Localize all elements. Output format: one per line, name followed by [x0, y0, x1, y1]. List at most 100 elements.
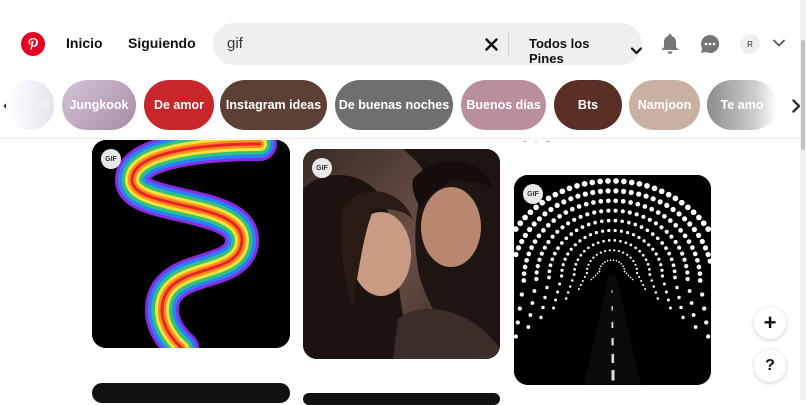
chip-love[interactable]: Love: [6, 80, 54, 130]
tunnel-light: [592, 210, 597, 215]
tunnel-light: [613, 228, 617, 233]
tunnel-light: [596, 272, 599, 275]
tunnel-light: [623, 270, 626, 273]
tunnel-light: [613, 239, 617, 242]
tunnel-light: [636, 181, 643, 187]
bell-icon[interactable]: [659, 32, 681, 56]
tunnel-light: [664, 246, 668, 250]
tunnel-light: [673, 222, 679, 228]
gif-badge: GIF: [523, 184, 543, 204]
search-divider: [508, 31, 509, 57]
chip-de-amor[interactable]: De amor: [144, 80, 214, 130]
tunnel-light: [569, 232, 574, 236]
tunnel-light: [631, 233, 636, 237]
tunnel-light: [613, 249, 616, 252]
tunnel-light: [625, 272, 628, 275]
pinterest-logo-icon[interactable]: [21, 32, 45, 56]
tunnel-light: [605, 198, 611, 204]
tunnel-light: [561, 263, 565, 267]
tunnel-light: [705, 251, 711, 258]
tunnel-light: [602, 239, 605, 243]
nav-following[interactable]: Siguiendo: [128, 35, 196, 51]
tunnel-light: [606, 218, 611, 223]
tunnel-light: [641, 253, 645, 257]
tunnel-light: [581, 279, 584, 283]
tunnel-light: [596, 241, 600, 245]
tunnel-light: [685, 277, 690, 281]
avatar[interactable]: R: [740, 34, 760, 54]
tunnel-light: [628, 200, 633, 205]
tunnel-light: [552, 251, 557, 256]
road-marking: [611, 290, 613, 293]
pin-card[interactable]: GIF: [514, 175, 711, 385]
tunnel-light: [547, 269, 552, 274]
tunnel-light: [642, 283, 645, 287]
tunnel-light: [564, 236, 569, 241]
pin-card-partial[interactable]: [92, 383, 290, 403]
chip-bts[interactable]: Bts: [554, 80, 622, 130]
search-bar[interactable]: gif Todos los Pines: [213, 23, 642, 66]
help-button[interactable]: ?: [754, 350, 786, 382]
nav-home[interactable]: Inicio: [66, 35, 103, 51]
tunnel-light: [546, 239, 551, 245]
tunnel-light: [554, 298, 558, 302]
tunnel-light: [560, 225, 565, 230]
pin-card[interactable]: GIF: [92, 140, 290, 348]
tunnel-light: [618, 261, 621, 263]
tunnel-light: [545, 222, 551, 228]
road-marking: [611, 354, 615, 363]
tunnel-light: [669, 234, 674, 239]
chip-buenos-dias[interactable]: Buenos días: [461, 80, 546, 130]
tunnel-light: [594, 231, 598, 235]
tunnel-light: [654, 291, 658, 294]
tunnel-light: [599, 219, 604, 224]
tunnel-light: [682, 257, 687, 262]
tunnel-light: [627, 220, 631, 225]
pin-card[interactable]: GIF: [303, 149, 500, 359]
tunnel-light: [636, 271, 639, 275]
tunnel-light: [619, 239, 622, 243]
chevron-down-icon[interactable]: [772, 38, 786, 48]
chip-de-buenas-noches[interactable]: De buenas noches: [335, 80, 453, 130]
tunnel-light: [692, 251, 698, 257]
tunnel-light: [636, 191, 642, 197]
tunnel-light: [531, 221, 537, 227]
tunnel-light: [606, 259, 609, 262]
chip-instagram-ideas[interactable]: Instagram ideas: [220, 80, 327, 130]
messages-icon[interactable]: [699, 33, 721, 55]
tunnel-light: [575, 193, 581, 199]
tunnel-light: [678, 228, 683, 233]
search-scope-dropdown[interactable]: Todos los Pines: [529, 36, 642, 66]
tunnel-light: [582, 191, 588, 197]
tunnel-light: [580, 225, 585, 229]
tunnel-light: [612, 259, 615, 262]
tunnel-light: [547, 275, 551, 280]
tunnel-light: [532, 289, 537, 293]
tunnel-light: [521, 278, 526, 283]
tunnel-light: [517, 306, 522, 311]
tunnel-light: [687, 221, 693, 227]
tunnel-light: [522, 264, 528, 270]
close-icon[interactable]: [481, 34, 501, 54]
pin-card-partial[interactable]: [303, 393, 500, 405]
tunnel-light: [590, 278, 593, 281]
chip-te-amo[interactable]: Te amo: [707, 80, 777, 130]
tunnel-light: [655, 210, 661, 215]
tunnel-light: [644, 258, 648, 262]
add-button[interactable]: +: [754, 307, 786, 339]
chip-jungkook[interactable]: Jungkook: [62, 80, 136, 130]
tunnel-light: [578, 239, 582, 243]
top-bar: Inicio Siguiendo gif Todos los Pines R: [0, 0, 806, 86]
tunnel-light: [561, 199, 567, 205]
tunnel-light: [613, 188, 619, 194]
tunnel-light: [664, 290, 668, 294]
tunnel-light: [586, 267, 589, 270]
chip-namjoon[interactable]: Namjoon: [629, 80, 700, 130]
tunnel-light: [652, 285, 656, 288]
chip-label: De amor: [153, 98, 205, 112]
scrollbar-thumb[interactable]: [801, 40, 805, 150]
search-input[interactable]: gif: [227, 35, 243, 52]
tunnel-light: [647, 217, 652, 222]
tunnel-light: [563, 257, 567, 261]
tunnel-light: [536, 233, 542, 239]
